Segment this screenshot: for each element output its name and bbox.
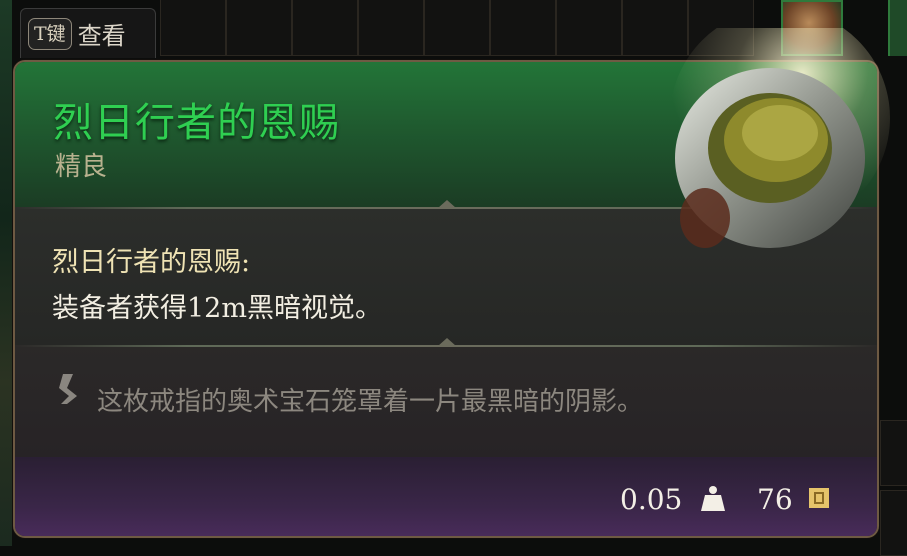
scroll-quote-icon <box>59 374 77 404</box>
ring-icon <box>670 28 890 248</box>
inventory-slot[interactable] <box>424 0 490 56</box>
section-divider <box>15 338 877 347</box>
inspect-label: 查看 <box>77 22 126 50</box>
inventory-left-strip <box>0 0 12 546</box>
inventory-slot[interactable] <box>556 0 622 56</box>
keybind-badge: T键 <box>28 17 72 50</box>
inventory-slot[interactable] <box>358 0 424 56</box>
effect-description: 装备者获得12m黑暗视觉。 <box>52 293 382 324</box>
inspect-key-hint[interactable]: T键 查看 <box>20 8 156 58</box>
effect-title: 烈日行者的恩赐: <box>52 247 251 278</box>
inventory-item-thumbnail[interactable] <box>888 0 907 56</box>
inventory-slot[interactable] <box>880 490 907 556</box>
inventory-slot[interactable] <box>160 0 226 56</box>
weight-icon <box>701 486 725 511</box>
item-price: 76 <box>757 483 793 516</box>
item-weight: 0.05 <box>620 483 683 516</box>
inventory-slot[interactable] <box>292 0 358 56</box>
tooltip-footer <box>15 457 877 536</box>
inventory-slot[interactable] <box>226 0 292 56</box>
inventory-slot[interactable] <box>490 0 556 56</box>
inventory-slot[interactable] <box>880 420 907 486</box>
item-name: 烈日行者的恩赐 <box>53 100 340 146</box>
flavor-text: 这枚戒指的奥术宝石笼罩着一片最黑暗的阴影。 <box>97 387 644 417</box>
item-rarity: 精良 <box>55 152 108 182</box>
gold-coin-icon <box>809 488 829 508</box>
